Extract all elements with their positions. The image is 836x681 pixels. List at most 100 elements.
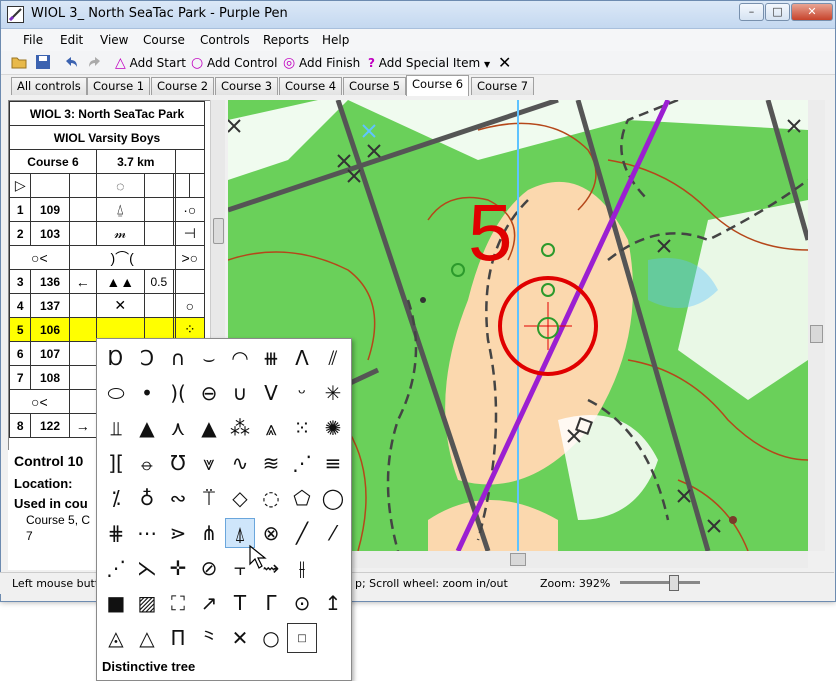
symbol-cell[interactable]: V — [256, 378, 286, 408]
symbol-cell[interactable]: ⫲ — [287, 553, 317, 583]
add-start-button[interactable]: △ Add Start — [115, 54, 186, 72]
symbol-cell[interactable]: Ʊ — [163, 448, 193, 478]
symbol-cell[interactable]: ⋗ — [163, 518, 193, 548]
undo-icon[interactable] — [63, 54, 79, 72]
symbol-cell[interactable]: ╱ — [287, 518, 317, 548]
save-icon[interactable] — [35, 54, 51, 72]
symbol-cell[interactable]: ⋰ — [101, 553, 131, 583]
menu-course[interactable]: Course — [143, 33, 185, 47]
symbol-cell[interactable]: ⺀ — [194, 623, 224, 653]
symbol-cell[interactable]: Λ — [287, 343, 317, 373]
symbol-cell[interactable]: ○ — [256, 623, 286, 653]
symbol-cell[interactable]: ∩ — [163, 343, 193, 373]
symbol-cell[interactable]: ◯ — [318, 483, 348, 513]
symbol-cell[interactable]: Γ — [256, 588, 286, 618]
symbol-cell[interactable]: ✳ — [318, 378, 348, 408]
symbol-cell[interactable]: ⛶ — [163, 588, 193, 618]
symbol-cell[interactable] — [318, 553, 348, 583]
symbol-cell[interactable]: □ — [287, 623, 317, 653]
symbol-cell[interactable]: T — [225, 588, 255, 618]
scroll-thumb[interactable] — [810, 325, 823, 343]
add-control-button[interactable]: ○ Add Control — [191, 54, 277, 72]
menu-file[interactable]: File — [23, 33, 43, 47]
start-row[interactable]: ▷ ◌ — [9, 173, 205, 198]
symbol-cell[interactable]: ▲ — [194, 413, 224, 443]
symbol-cell[interactable]: ⋰ — [287, 448, 317, 478]
symbol-cell[interactable]: )( — [163, 378, 193, 408]
symbol-cell[interactable]: ▲ — [132, 413, 162, 443]
tab-course-6[interactable]: Course 6 — [406, 75, 470, 96]
tab-all-controls[interactable]: All controls — [11, 77, 87, 95]
symbol-cell[interactable]: • — [132, 378, 162, 408]
symbol-cell[interactable]: ⋋ — [132, 553, 162, 583]
tab-course-3[interactable]: Course 3 — [215, 77, 279, 95]
symbol-cell[interactable]: ∿ — [225, 448, 255, 478]
symbol-cell[interactable]: ◇ — [225, 483, 255, 513]
symbol-cell[interactable]: ⁂ — [225, 413, 255, 443]
zoom-slider-track[interactable] — [620, 581, 700, 584]
menu-view[interactable]: View — [100, 33, 128, 47]
symbol-cell[interactable]: Π — [163, 623, 193, 653]
symbol-cell[interactable]: ⩓ — [256, 413, 286, 443]
symbol-cell[interactable]: ∪ — [225, 378, 255, 408]
symbol-cell[interactable]: ᵕ — [287, 378, 317, 408]
symbol-cell[interactable]: ≋ — [256, 448, 286, 478]
symbol-cell[interactable]: ✺ — [318, 413, 348, 443]
symbol-cell[interactable]: ⋏ — [163, 413, 193, 443]
tab-course-7[interactable]: Course 7 — [471, 77, 535, 95]
symbol-cell[interactable]: ⁒ — [101, 483, 131, 513]
symbol-cell[interactable]: ⋕ — [101, 518, 131, 548]
symbol-cell[interactable]: ⬭ — [101, 378, 131, 408]
scroll-thumb[interactable] — [213, 218, 224, 244]
symbol-cell[interactable]: ✛ — [163, 553, 193, 583]
symbol-cell[interactable]: ◬ — [101, 623, 131, 653]
symbol-cell[interactable]: ⩔ — [194, 448, 224, 478]
menu-controls[interactable]: Controls — [200, 33, 250, 47]
symbol-cell[interactable]: ⁙ — [287, 413, 317, 443]
add-special-item-button[interactable]: ? Add Special Item ▼ — [368, 54, 490, 72]
symbol-cell[interactable]: ⁄ — [318, 518, 348, 548]
symbol-cell[interactable]: ⬠ — [287, 483, 317, 513]
tab-course-4[interactable]: Course 4 — [279, 77, 343, 95]
delete-icon[interactable]: ✕ — [498, 54, 511, 72]
control-row[interactable]: 1 109 ⍙ ·○ — [9, 197, 206, 222]
scroll-thumb[interactable] — [510, 553, 526, 566]
control-row[interactable]: 2 103 𝓂 ⊣ — [9, 221, 206, 246]
symbol-cell[interactable]: ][ — [101, 448, 131, 478]
symbol-cell[interactable]: ⊖ — [194, 378, 224, 408]
symbol-cell[interactable]: ↥ — [318, 588, 348, 618]
symbol-cell[interactable] — [318, 623, 348, 653]
symbol-cell[interactable]: ⊘ — [194, 553, 224, 583]
symbol-cell[interactable]: ⍡ — [194, 483, 224, 513]
symbol-cell[interactable]: ⌣ — [194, 343, 224, 373]
symbol-cell[interactable]: ⊙ — [287, 588, 317, 618]
symbol-cell[interactable]: ↗ — [194, 588, 224, 618]
minimize-button[interactable]: – — [739, 3, 764, 21]
symbol-cell[interactable]: ⦵ — [132, 448, 162, 478]
symbol-cell[interactable]: ⋔ — [194, 518, 224, 548]
symbol-cell[interactable]: ∾ — [163, 483, 193, 513]
control-row[interactable]: 4 137 ✕ ○ — [9, 293, 206, 318]
symbol-cell[interactable]: ■ — [101, 588, 131, 618]
tab-course-2[interactable]: Course 2 — [151, 77, 215, 95]
menu-reports[interactable]: Reports — [263, 33, 309, 47]
menu-help[interactable]: Help — [322, 33, 349, 47]
control-row[interactable]: 3 136 ← ▲▲ 0.5 — [9, 269, 206, 294]
tab-course-5[interactable]: Course 5 — [343, 77, 407, 95]
symbol-cell[interactable]: ▨ — [132, 588, 162, 618]
add-finish-button[interactable]: ◎ Add Finish — [283, 54, 360, 72]
symbol-cell[interactable]: Ɒ — [101, 343, 131, 373]
close-button[interactable]: ✕ — [791, 3, 833, 21]
symbol-cell[interactable]: ✕ — [225, 623, 255, 653]
open-folder-icon[interactable] — [11, 54, 27, 72]
symbol-cell[interactable]: ⫫ — [101, 413, 131, 443]
menu-edit[interactable]: Edit — [60, 33, 83, 47]
tab-course-1[interactable]: Course 1 — [87, 77, 151, 95]
redo-icon[interactable] — [87, 54, 103, 72]
map-vertical-scrollbar[interactable] — [808, 100, 825, 551]
symbol-cell[interactable]: ≡ — [318, 448, 348, 478]
symbol-cell[interactable]: ⫽ — [318, 343, 348, 373]
zoom-slider-thumb[interactable] — [669, 575, 679, 591]
symbol-cell[interactable]: △ — [132, 623, 162, 653]
symbol-cell[interactable]: ◠ — [225, 343, 255, 373]
